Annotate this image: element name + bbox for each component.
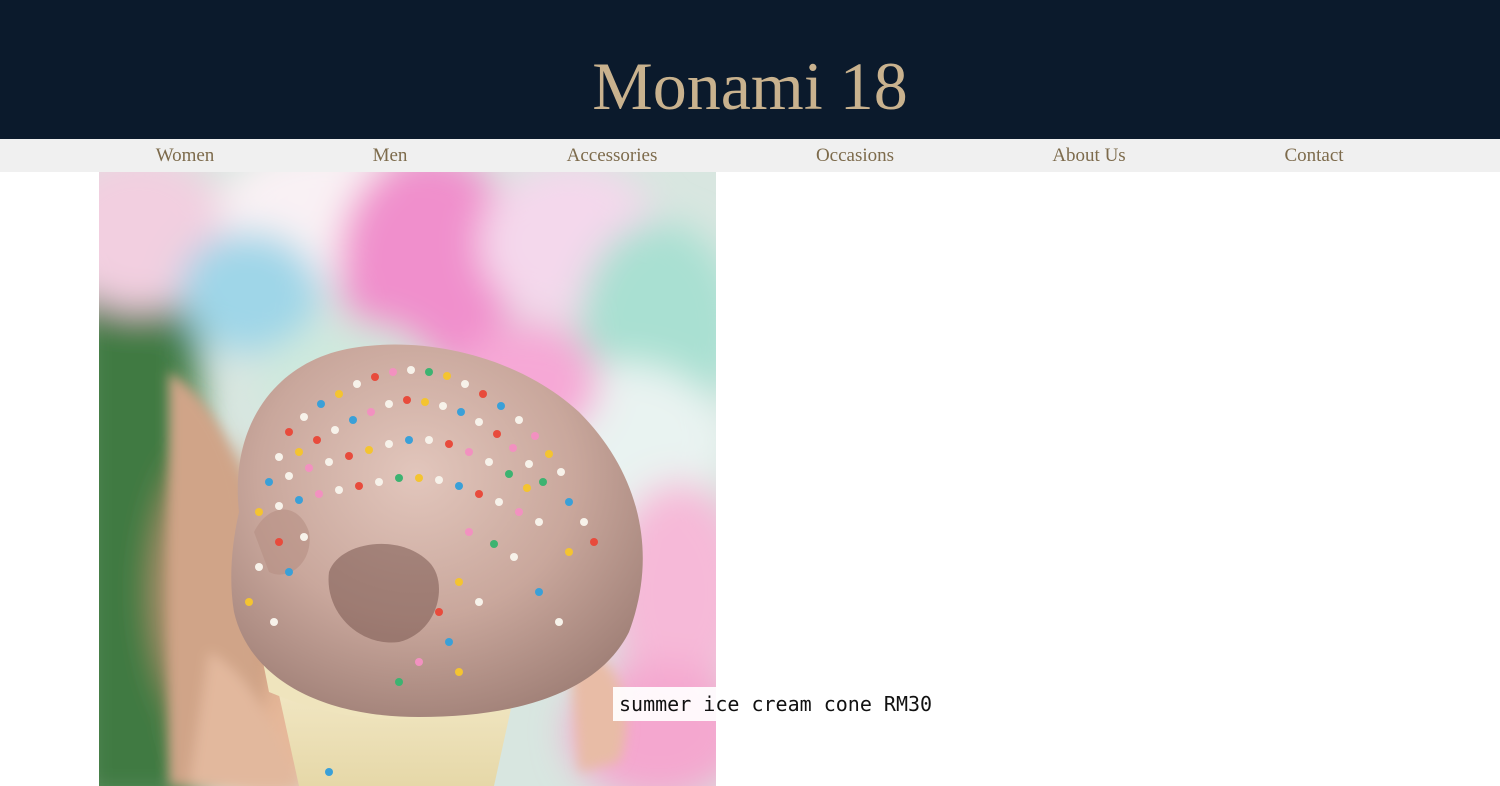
nav-item-contact[interactable]: Contact: [1284, 139, 1343, 172]
nav-item-men[interactable]: Men: [373, 139, 408, 172]
product-caption: summer ice cream cone RM30: [613, 687, 939, 721]
site-title[interactable]: Monami 18: [0, 46, 1500, 126]
main-nav: Women Men Accessories Occasions About Us…: [0, 139, 1500, 172]
nav-item-about-us[interactable]: About Us: [1052, 139, 1125, 172]
nav-item-women[interactable]: Women: [156, 139, 215, 172]
site-header: Monami 18: [0, 0, 1500, 139]
nav-item-occasions[interactable]: Occasions: [816, 139, 894, 172]
nav-item-accessories[interactable]: Accessories: [567, 139, 658, 172]
